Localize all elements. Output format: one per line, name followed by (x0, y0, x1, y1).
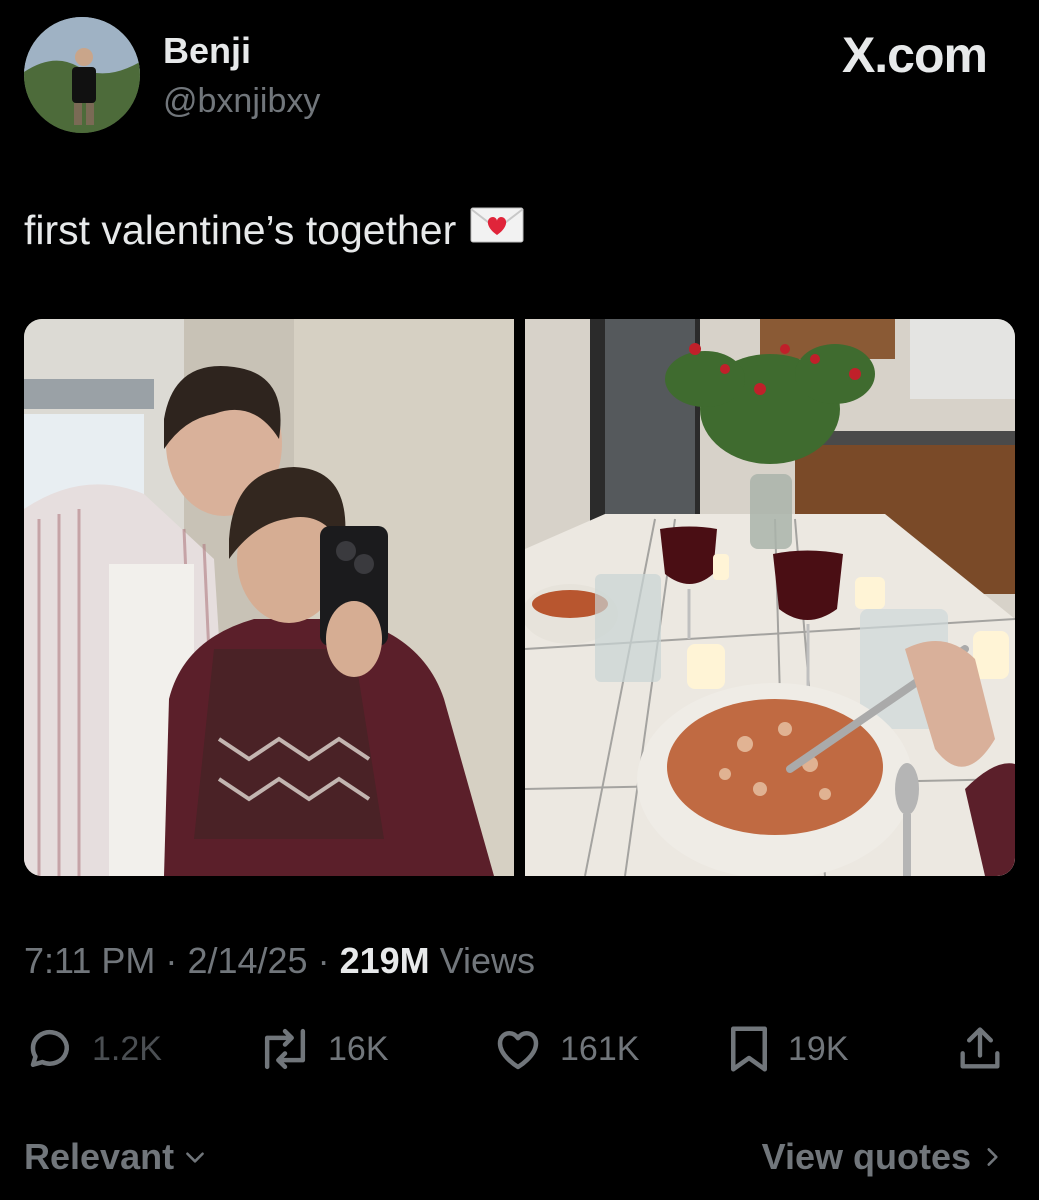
tweet-time[interactable]: 7:11 PM (24, 940, 155, 981)
sort-label: Relevant (24, 1136, 175, 1177)
reply-button[interactable]: 1.2K (24, 1022, 162, 1076)
reply-icon (30, 1029, 69, 1067)
sort-dropdown[interactable]: Relevant (24, 1136, 208, 1178)
display-name[interactable]: Benji (163, 30, 251, 72)
brand-label: X.com (841, 27, 988, 83)
like-count: 161K (560, 1029, 640, 1068)
bookmark-icon (731, 1026, 767, 1072)
repost-icon (264, 1028, 306, 1070)
photo-dinner[interactable] (525, 319, 1015, 876)
avatar[interactable] (24, 17, 140, 133)
view-quotes-label: View quotes (761, 1136, 971, 1177)
love-letter-icon (470, 205, 524, 255)
reply-count: 1.2K (92, 1029, 162, 1068)
tweet-meta: 7:11 PM · 2/14/25 · 219M Views (24, 940, 535, 982)
meta-separator: · (165, 940, 178, 981)
chevron-down-icon (186, 1152, 204, 1163)
chevron-right-icon (987, 1148, 998, 1166)
share-icon (960, 1027, 1000, 1069)
views-label: Views (439, 940, 536, 981)
repost-button[interactable]: 16K (256, 1022, 389, 1076)
media-grid (24, 319, 1015, 876)
view-quotes-link[interactable]: View quotes (762, 1136, 1005, 1178)
heart-icon (497, 1031, 539, 1070)
avatar-image (24, 17, 140, 133)
tweet-date[interactable]: 2/14/25 (187, 940, 307, 981)
meta-separator: · (317, 940, 330, 981)
action-bar: 1.2K 16K 161K 19K (24, 1022, 1009, 1082)
tweet-text-row: first valentine’s together (24, 205, 524, 255)
like-button[interactable]: 161K (490, 1022, 639, 1076)
user-handle[interactable]: @bxnjibxy (163, 82, 320, 121)
bookmark-count: 19K (788, 1029, 849, 1068)
photo-selfie[interactable] (24, 319, 514, 876)
tweet-text: first valentine’s together (24, 206, 457, 253)
repost-count: 16K (328, 1029, 389, 1068)
bookmark-button[interactable]: 19K (724, 1022, 849, 1076)
share-button[interactable] (954, 1022, 1006, 1076)
views-count: 219M (339, 940, 430, 981)
